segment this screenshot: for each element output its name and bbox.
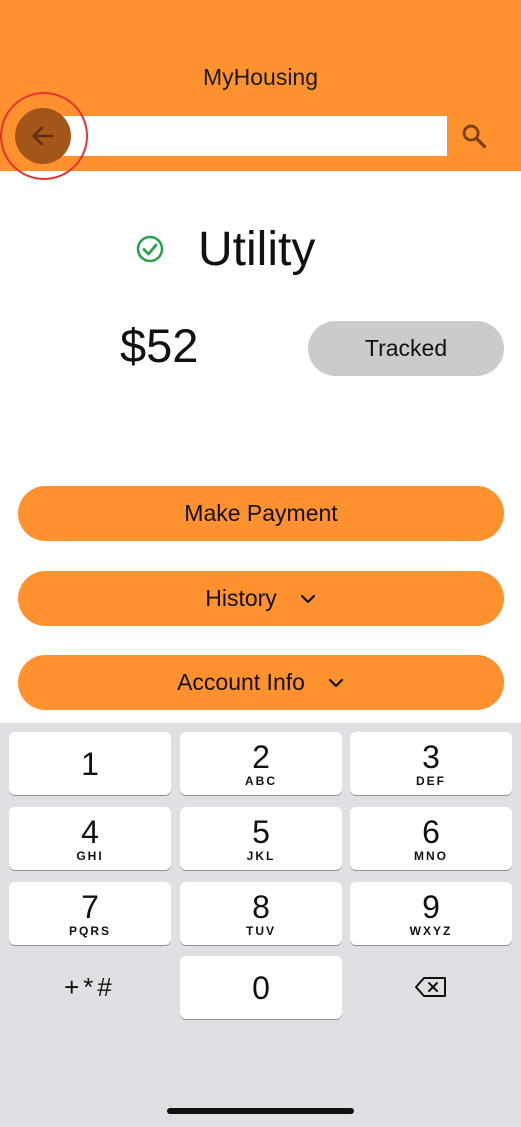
key-digit: 2 — [252, 738, 270, 775]
key-letters: TUV — [246, 923, 276, 938]
key-5[interactable]: 5 JKL — [180, 807, 342, 870]
tracked-status-button[interactable]: Tracked — [308, 321, 504, 376]
key-digit: 9 — [422, 888, 440, 925]
amount-value: $52 — [120, 319, 199, 372]
key-digit: 1 — [81, 745, 99, 782]
check-circle-icon — [136, 235, 164, 263]
back-button[interactable] — [15, 108, 71, 164]
key-4[interactable]: 4 GHI — [9, 807, 171, 870]
key-3[interactable]: 3 DEF — [350, 732, 512, 795]
key-letters: PQRS — [68, 923, 111, 938]
key-2[interactable]: 2 ABC — [180, 732, 342, 795]
account-info-button[interactable]: Account Info — [18, 655, 504, 710]
history-label: History — [205, 585, 277, 611]
key-digit: 4 — [81, 813, 99, 850]
app-header: MyHousing — [0, 0, 521, 180]
key-digit: 0 — [252, 969, 270, 1006]
search-input[interactable] — [60, 116, 447, 156]
chevron-down-icon — [300, 594, 315, 603]
arrow-left-icon — [32, 126, 54, 146]
key-digit: 7 — [81, 888, 99, 925]
key-1[interactable]: 1 — [9, 732, 171, 795]
backspace-icon — [415, 976, 446, 997]
key-digit: 5 — [252, 813, 270, 850]
key-digit: 3 — [422, 738, 440, 775]
backspace-key[interactable] — [350, 955, 512, 1018]
key-8[interactable]: 8 TUV — [180, 882, 342, 945]
make-payment-label: Make Payment — [184, 500, 338, 526]
key-letters: ABC — [245, 773, 277, 788]
magnifier-icon — [462, 124, 487, 149]
account-info-label: Account Info — [177, 669, 305, 695]
key-9[interactable]: 9 WXYZ — [350, 882, 512, 945]
key-letters: MNO — [414, 848, 448, 863]
key-letters: DEF — [416, 773, 446, 788]
page-title: Utility — [198, 223, 316, 276]
key-digit: 6 — [422, 813, 440, 850]
key-letters: WXYZ — [409, 923, 453, 938]
key-0[interactable]: 0 — [180, 956, 342, 1019]
numeric-keypad: 1 2 ABC 3 DEF 4 GHI 5 JKL 6 MNO 7 PQRS 8… — [0, 723, 521, 1127]
chevron-down-icon — [328, 678, 344, 687]
key-digit: 8 — [252, 888, 270, 925]
search-button[interactable] — [454, 116, 494, 156]
history-button[interactable]: History — [18, 571, 504, 626]
key-symbols-label: +*# — [64, 971, 116, 1002]
home-indicator[interactable] — [167, 1108, 354, 1114]
key-letters: JKL — [246, 848, 276, 863]
key-7[interactable]: 7 PQRS — [9, 882, 171, 945]
key-letters: GHI — [76, 848, 104, 863]
key-6[interactable]: 6 MNO — [350, 807, 512, 870]
key-symbols[interactable]: +*# — [9, 955, 171, 1018]
make-payment-button[interactable]: Make Payment — [18, 486, 504, 541]
app-title: MyHousing — [202, 64, 319, 90]
